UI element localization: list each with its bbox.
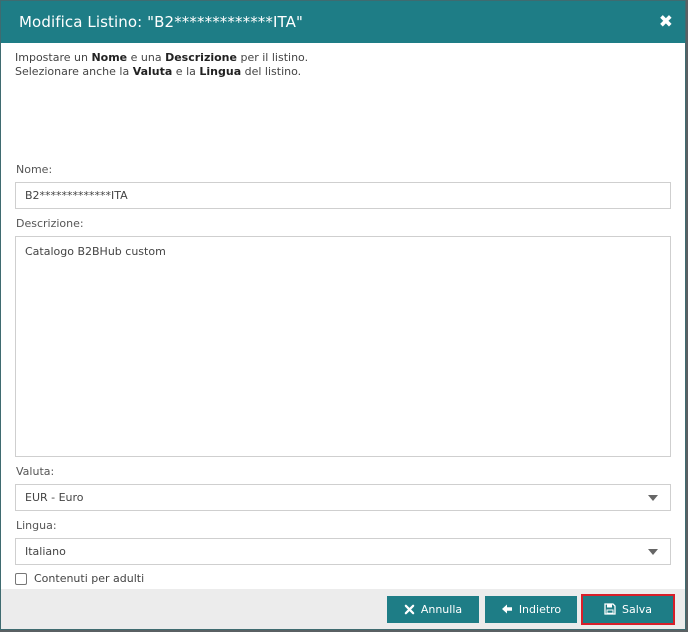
adult-content-label[interactable]: Contenuti per adulti bbox=[34, 572, 144, 585]
intro-text: Impostare un Nome e una Descrizione per … bbox=[15, 51, 671, 79]
name-label: Nome: bbox=[16, 163, 53, 176]
language-label: Lingua: bbox=[16, 519, 57, 532]
intro-line-1: Impostare un Nome e una Descrizione per … bbox=[15, 51, 309, 64]
language-select-value: Italiano bbox=[25, 545, 66, 558]
back-button[interactable]: Indietro bbox=[485, 595, 577, 623]
modal-body: Impostare un Nome e una Descrizione per … bbox=[1, 43, 685, 585]
adult-content-checkbox[interactable] bbox=[15, 572, 27, 585]
back-button-label: Indietro bbox=[518, 602, 562, 616]
modal-title: Modifica Listino: "B2*************ITA" bbox=[19, 13, 303, 31]
name-field-value: B2*************ITA bbox=[25, 189, 128, 202]
save-button-label: Salva bbox=[621, 602, 653, 616]
edit-pricelist-modal: Modifica Listino: "B2*************ITA" ✖… bbox=[0, 0, 686, 630]
modal-footer: Annulla Indietro Salva bbox=[1, 589, 685, 629]
name-field[interactable]: B2*************ITA bbox=[15, 182, 671, 209]
arrow-left-icon bbox=[501, 604, 512, 614]
description-value: Catalogo B2BHub custom bbox=[25, 245, 166, 258]
cancel-button-label: Annulla bbox=[420, 602, 463, 616]
description-textarea[interactable]: Catalogo B2BHub custom bbox=[15, 236, 671, 457]
language-select[interactable]: Italiano bbox=[15, 538, 671, 565]
modal-header: Modifica Listino: "B2*************ITA" ✖ bbox=[1, 1, 685, 43]
save-button[interactable]: Salva bbox=[581, 593, 675, 625]
floppy-disk-icon bbox=[604, 603, 616, 615]
close-icon[interactable]: ✖ bbox=[659, 13, 673, 31]
chevron-down-icon bbox=[648, 494, 658, 501]
currency-select-value: EUR - Euro bbox=[25, 491, 84, 504]
currency-label: Valuta: bbox=[16, 465, 55, 478]
cancel-button[interactable]: Annulla bbox=[387, 595, 479, 623]
adult-content-row: Contenuti per adulti bbox=[15, 572, 671, 585]
intro-line-2: Selezionare anche la Valuta e la Lingua … bbox=[15, 65, 302, 78]
x-icon bbox=[404, 604, 415, 614]
currency-select[interactable]: EUR - Euro bbox=[15, 484, 671, 511]
description-label: Descrizione: bbox=[16, 217, 84, 230]
chevron-down-icon bbox=[648, 548, 658, 555]
